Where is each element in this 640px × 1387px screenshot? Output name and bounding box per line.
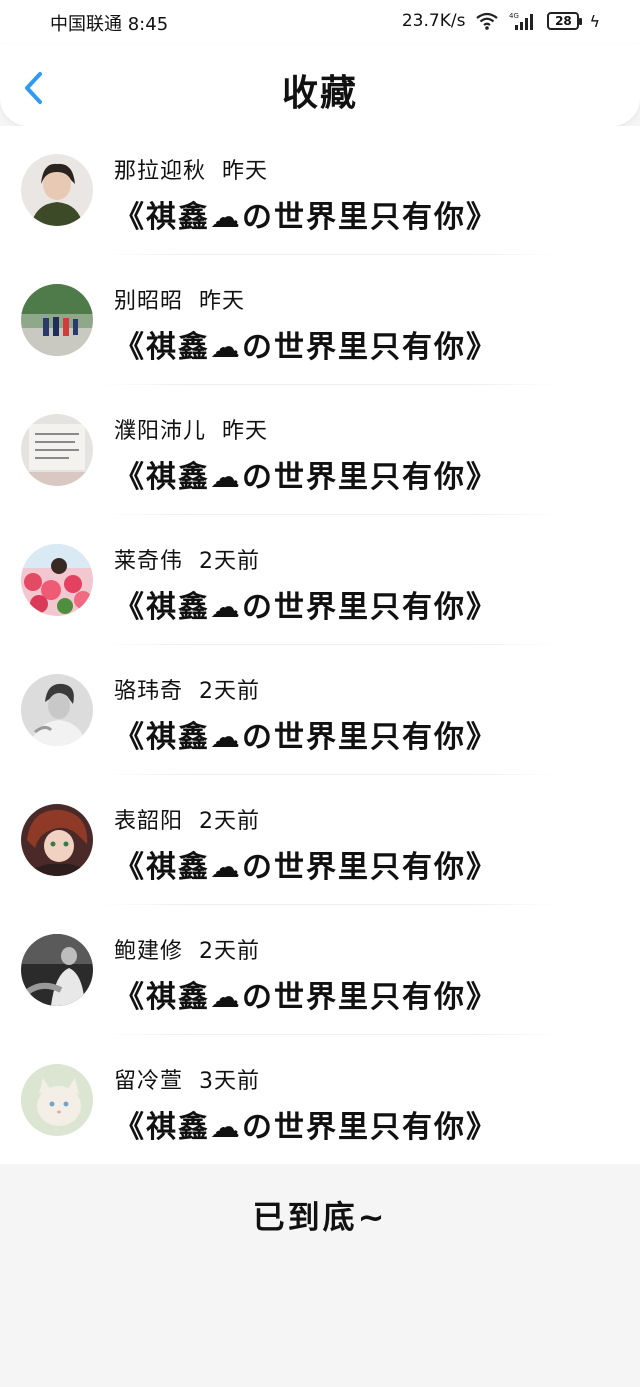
list-item[interactable]: 别昭昭 昨天 《祺鑫☁の世界里只有你》 [0, 256, 640, 386]
avatar[interactable] [21, 804, 93, 876]
avatar[interactable] [21, 674, 93, 746]
item-meta: 别昭昭 昨天 [114, 283, 245, 315]
song-title[interactable]: 《祺鑫☁の世界里只有你》 [114, 192, 498, 236]
song-title[interactable]: 《祺鑫☁の世界里只有你》 [114, 842, 498, 886]
wifi-icon [475, 11, 499, 31]
list-footer: 已到底~ [0, 1164, 640, 1387]
divider [100, 904, 560, 905]
end-of-list-text: 已到底~ [252, 1198, 388, 1236]
favorites-list: 那拉迎秋 昨天 《祺鑫☁の世界里只有你》 别昭昭 昨天 《祺鑫☁の世界里只有你》 濮… [0, 126, 640, 1164]
network-type: 4G [509, 12, 519, 20]
divider [100, 384, 560, 385]
list-item[interactable]: 留冷萱 3天前 《祺鑫☁の世界里只有你》 [0, 1036, 640, 1166]
battery-level: 28 [555, 14, 572, 28]
charging-icon: ϟ [589, 11, 600, 31]
item-meta: 濮阳沛儿 昨天 [114, 413, 268, 445]
item-time: 昨天 [222, 419, 269, 444]
status-icons: 23.7K/s 4G 28 ϟ [402, 9, 600, 33]
item-time: 2天前 [199, 809, 261, 834]
item-meta: 骆玮奇 2天前 [114, 673, 260, 705]
item-time: 昨天 [199, 289, 246, 314]
avatar[interactable] [21, 544, 93, 616]
divider [100, 514, 560, 515]
carrier-time: 中国联通 8:45 [50, 14, 169, 35]
item-meta: 那拉迎秋 昨天 [114, 153, 268, 185]
divider [100, 774, 560, 775]
avatar[interactable] [21, 414, 93, 486]
user-name[interactable]: 莱奇伟 [114, 549, 183, 574]
item-meta: 莱奇伟 2天前 [114, 543, 260, 575]
item-time: 2天前 [199, 679, 261, 704]
status-bar: 中国联通 8:45 23.7K/s 4G 28 ϟ [0, 0, 640, 44]
item-time: 2天前 [199, 939, 261, 964]
list-item[interactable]: 濮阳沛儿 昨天 《祺鑫☁の世界里只有你》 [0, 386, 640, 516]
song-title[interactable]: 《祺鑫☁の世界里只有你》 [114, 972, 498, 1016]
avatar[interactable] [21, 154, 93, 226]
song-title[interactable]: 《祺鑫☁の世界里只有你》 [114, 582, 498, 626]
user-name[interactable]: 留冷萱 [114, 1069, 183, 1094]
list-item[interactable]: 表韶阳 2天前 《祺鑫☁の世界里只有你》 [0, 776, 640, 906]
user-name[interactable]: 鲍建修 [114, 939, 183, 964]
song-title[interactable]: 《祺鑫☁の世界里只有你》 [114, 452, 498, 496]
divider [100, 254, 560, 255]
avatar[interactable] [21, 934, 93, 1006]
user-name[interactable]: 表韶阳 [114, 809, 183, 834]
user-name[interactable]: 那拉迎秋 [114, 159, 206, 184]
song-title[interactable]: 《祺鑫☁の世界里只有你》 [114, 1102, 498, 1146]
app-header: 收藏 [0, 44, 640, 126]
item-time: 3天前 [199, 1069, 261, 1094]
avatar[interactable] [21, 1064, 93, 1136]
page-title: 收藏 [281, 73, 358, 114]
divider [100, 644, 560, 645]
item-meta: 表韶阳 2天前 [114, 803, 260, 835]
network-speed: 23.7K/s [401, 11, 466, 31]
user-name[interactable]: 别昭昭 [114, 289, 183, 314]
song-title[interactable]: 《祺鑫☁の世界里只有你》 [114, 322, 498, 366]
item-meta: 鲍建修 2天前 [114, 933, 260, 965]
cell-signal-icon: 4G [509, 11, 537, 31]
item-meta: 留冷萱 3天前 [114, 1063, 260, 1095]
user-name[interactable]: 骆玮奇 [114, 679, 183, 704]
item-time: 2天前 [199, 549, 261, 574]
list-item[interactable]: 骆玮奇 2天前 《祺鑫☁の世界里只有你》 [0, 646, 640, 776]
divider [100, 1034, 560, 1035]
list-item[interactable]: 那拉迎秋 昨天 《祺鑫☁の世界里只有你》 [0, 126, 640, 256]
battery-icon: 28 [547, 12, 583, 30]
item-time: 昨天 [222, 159, 269, 184]
list-item[interactable]: 莱奇伟 2天前 《祺鑫☁の世界里只有你》 [0, 516, 640, 646]
user-name[interactable]: 濮阳沛儿 [114, 419, 206, 444]
list-item[interactable]: 鲍建修 2天前 《祺鑫☁の世界里只有你》 [0, 906, 640, 1036]
song-title[interactable]: 《祺鑫☁の世界里只有你》 [114, 712, 498, 756]
avatar[interactable] [21, 284, 93, 356]
